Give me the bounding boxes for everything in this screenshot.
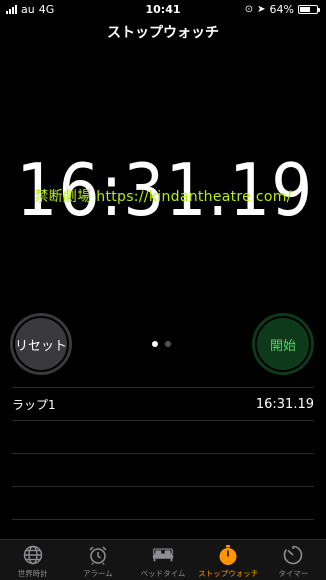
page-title: ストップウォッチ [107, 25, 219, 41]
tab-label: ストップウォッチ [198, 569, 259, 578]
watermark-text: 禁断劇場 https://kindantheatre.com/ [34, 189, 292, 205]
status-bar: au 4G 10:41 ⊙ ➤ 64% [0, 0, 326, 18]
battery-percent: 64% [269, 3, 294, 16]
tab-timer[interactable]: タイマー [261, 540, 326, 580]
location-icon: ➤ [257, 4, 266, 15]
lap-row-empty [12, 486, 314, 519]
tab-alarm[interactable]: アラーム [65, 540, 130, 580]
stopwatch-icon [217, 544, 239, 566]
lap-row-empty [12, 453, 314, 486]
tab-label: アラーム [82, 569, 113, 578]
lap-label: ラップ1 [12, 397, 56, 412]
page-dot-1 [152, 341, 158, 347]
page-indicator[interactable] [152, 341, 171, 347]
globe-icon [22, 544, 44, 566]
tab-world-clock[interactable]: 世界時計 [0, 540, 65, 580]
page-dot-2 [165, 341, 171, 347]
tab-stopwatch[interactable]: ストップウォッチ [196, 540, 261, 580]
timer-icon [282, 544, 304, 566]
alarm-clock-icon [87, 544, 109, 566]
lap-row-empty [12, 420, 314, 453]
battery-fill [300, 7, 311, 12]
reset-button-label: リセット [14, 338, 67, 354]
start-button[interactable]: 開始 [252, 313, 314, 375]
lap-row: ラップ1 16:31.19 [12, 387, 314, 420]
tab-bedtime[interactable]: ベッドタイム [130, 540, 195, 580]
reset-button[interactable]: リセット [10, 313, 72, 375]
bed-icon [152, 544, 174, 566]
start-button-label: 開始 [269, 338, 296, 354]
orientation-lock-icon: ⊙ [244, 4, 254, 15]
tab-label: タイマー [278, 569, 309, 578]
lap-list[interactable]: ラップ1 16:31.19 [12, 387, 314, 552]
tab-label: ベッドタイム [140, 569, 186, 578]
tab-label: 世界時計 [17, 569, 48, 578]
status-right: ⊙ ➤ 64% [244, 3, 320, 16]
tab-bar: 世界時計 アラーム ベッドタイム ストップウォッチ タイマー [0, 539, 326, 580]
battery-icon [298, 5, 320, 14]
lap-time: 16:31.19 [255, 396, 314, 412]
